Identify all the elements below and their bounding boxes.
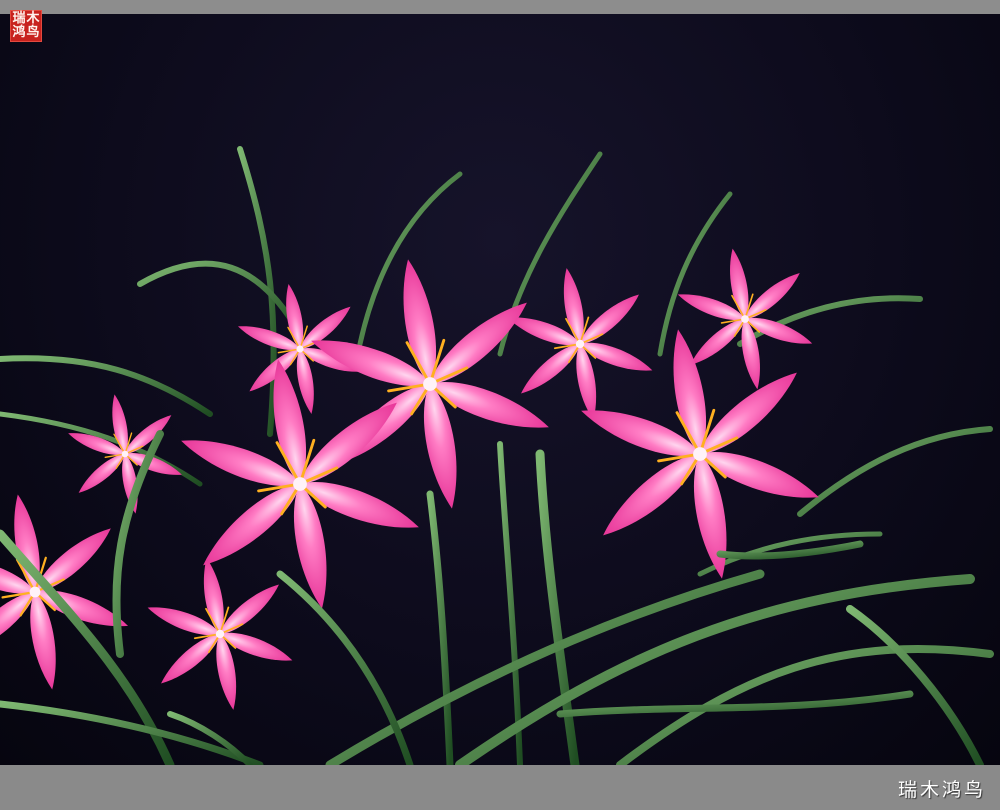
seal-char: 鸟 xyxy=(26,25,40,40)
flower-left-small xyxy=(66,393,184,514)
frame-bottom-border xyxy=(0,765,1000,810)
flower-photo xyxy=(0,14,1000,765)
frame-top-border xyxy=(0,0,1000,14)
red-seal-stamp: 瑞 木 鸿 鸟 xyxy=(10,10,42,42)
flower-illustration xyxy=(0,146,994,765)
seal-char: 瑞 xyxy=(12,11,26,26)
photographer-signature: 瑞木鸿鸟 xyxy=(897,779,986,801)
seal-char: 木 xyxy=(26,11,40,26)
flower-lower-left xyxy=(145,557,295,712)
flower-back-center xyxy=(505,267,655,422)
seal-char: 鸿 xyxy=(12,25,26,40)
leaves-back xyxy=(0,146,993,577)
flower-center-top xyxy=(306,257,553,511)
